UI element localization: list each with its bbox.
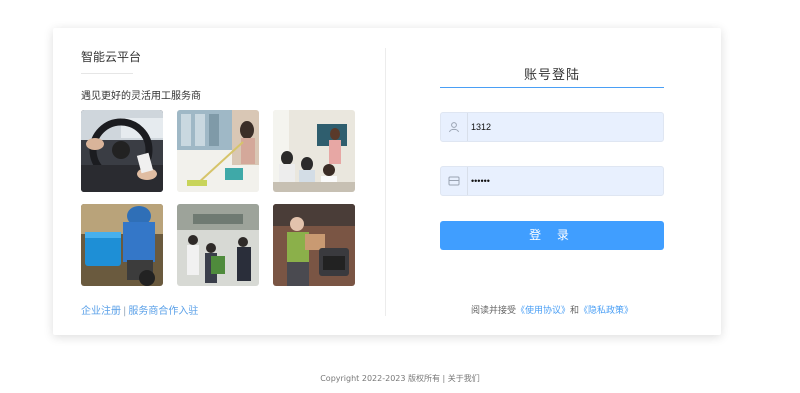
- mover-photo: [273, 204, 355, 286]
- brand-title: 智能云平台: [81, 50, 142, 64]
- terms-link[interactable]: 《使用协议》: [516, 306, 570, 316]
- login-title: 账号登陆: [523, 68, 580, 83]
- copyright-footer: Copyright 2022-2023 版权所有 | 关于我们: [320, 374, 480, 383]
- panel-divider: [385, 48, 386, 316]
- login-panel: 账号登陆 1312 •••••• 登 录 阅读并接受《使用协议》和《隐私政策》: [440, 28, 664, 335]
- brand-underline: [81, 73, 133, 74]
- login-button[interactable]: 登 录: [440, 221, 664, 250]
- login-card: 智能云平台 遇见更好的灵活用工服务商 企业注册 | 服务商合作入驻 账号登陆 1…: [53, 28, 721, 335]
- username-value[interactable]: 1312: [471, 113, 491, 141]
- promo-panel: 智能云平台 遇见更好的灵活用工服务商 企业注册 | 服务商合作入驻: [81, 28, 371, 335]
- delivery-rider-photo: [81, 204, 163, 286]
- cleaning-photo: [177, 110, 259, 192]
- lock-icon: [441, 167, 468, 195]
- privacy-link[interactable]: 《隐私政策》: [579, 306, 633, 316]
- password-field[interactable]: ••••••: [440, 166, 664, 196]
- classroom-photo: [273, 110, 355, 192]
- partner-link[interactable]: 服务商合作入驻: [128, 306, 198, 317]
- business-meeting-photo: [177, 204, 259, 286]
- login-title-underline: [440, 87, 664, 88]
- password-value[interactable]: ••••••: [471, 167, 490, 195]
- agreement-prefix: 阅读并接受: [470, 306, 516, 316]
- link-separator: |: [123, 306, 127, 317]
- username-field[interactable]: 1312: [440, 112, 664, 142]
- agreement-text: 阅读并接受《使用协议》和《隐私政策》: [440, 303, 664, 316]
- driver-photo: [81, 110, 163, 192]
- slogan: 遇见更好的灵活用工服务商: [81, 91, 201, 102]
- footer-links: 企业注册 | 服务商合作入驻: [81, 302, 198, 317]
- user-icon: [441, 113, 468, 141]
- agreement-and: 和: [570, 306, 580, 316]
- register-link[interactable]: 企业注册: [81, 306, 121, 317]
